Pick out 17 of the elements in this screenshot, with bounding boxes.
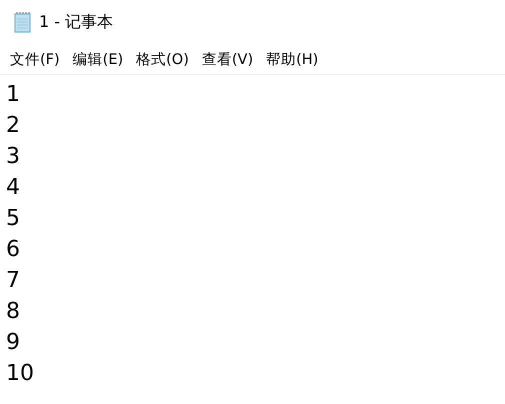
menu-item[interactable]: 编辑(E) (68, 50, 128, 68)
text-line: 7 (6, 267, 21, 295)
menu-item[interactable]: 格式(O) (132, 50, 193, 68)
text-line: 9 (6, 329, 21, 357)
text-line: 6 (6, 236, 21, 264)
text-line: 3 (6, 143, 21, 171)
text-line: 1 (6, 81, 21, 109)
text-line: 10 (6, 360, 35, 388)
window-title: 1 - 记事本 (39, 12, 114, 32)
text-line: 4 (6, 174, 21, 202)
text-line: 5 (6, 205, 21, 233)
text-line: 2 (6, 112, 21, 140)
text-line: 8 (6, 298, 21, 326)
menu-item[interactable]: 查看(V) (198, 50, 258, 68)
notepad-icon (13, 11, 33, 33)
menu-item[interactable]: 帮助(H) (262, 50, 322, 68)
menu-item[interactable]: 文件(F) (6, 50, 64, 68)
